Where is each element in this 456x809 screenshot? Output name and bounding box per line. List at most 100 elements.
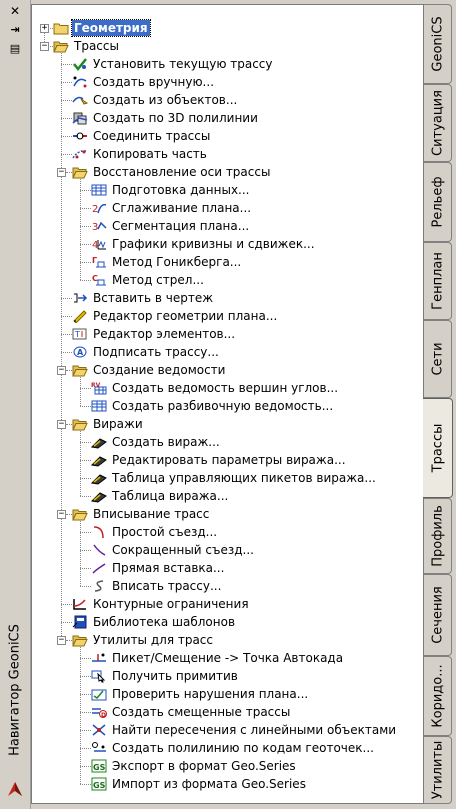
tree-guide-line [80, 748, 91, 749]
tab-1[interactable]: GeoniCS [424, 4, 452, 84]
tab-9[interactable]: Коридо... [424, 656, 452, 736]
tree-guide-line [61, 334, 72, 335]
autohide-icon[interactable]: ⇥ [7, 23, 23, 37]
tree-command-item[interactable]: Таблица виража... [91, 487, 230, 505]
tree-command-item[interactable]: Таблица управляющих пикетов виража... [91, 469, 378, 487]
tree-folder-item[interactable]: Восстановление оси трассы [72, 163, 272, 181]
tree-command-item[interactable]: GS Импорт из формата Geo.Series [91, 775, 308, 793]
tree-guide-line [61, 51, 62, 640]
tab-2[interactable]: Ситуация [424, 84, 452, 162]
tree-command-item[interactable]: Копировать часть [72, 145, 209, 163]
collapse-toggle[interactable]: − [57, 510, 66, 519]
tree-folder-item[interactable]: Вписывание трасс [72, 505, 211, 523]
tree-item-label: Создать вираж... [112, 435, 220, 449]
navigator-tree[interactable]: + Геометрия − Трассы Установить текущую трас… [31, 4, 424, 804]
tree-guide-line [80, 262, 91, 263]
tree-folder-item[interactable]: Трассы [53, 37, 121, 55]
tree-command-item[interactable]: Контурные ограничения [72, 595, 251, 613]
tree-guide-line [80, 208, 91, 209]
folder-closed-icon [53, 21, 69, 35]
tree-command-item[interactable]: Вписать трассу... [91, 577, 223, 595]
tree-command-item[interactable]: 2 Сглаживание плана... [91, 199, 253, 217]
tree-command-item[interactable]: Редактировать параметры виража... [91, 451, 348, 469]
tree-item-label: Найти пересечения с линейными объектами [112, 723, 397, 737]
tree-command-item[interactable]: T Редактор элементов... [72, 325, 237, 343]
tree-command-item[interactable]: 3 Сегментация плана... [91, 217, 251, 235]
folder-open-icon [72, 417, 88, 431]
tree-command-item[interactable]: A Подписать трассу... [72, 343, 221, 361]
tree-command-item[interactable]: Создать разбивочную ведомость... [91, 397, 335, 415]
tree-folder-item[interactable]: Виражи [72, 415, 145, 433]
tree-guide-line [80, 730, 91, 731]
tree-item-label: Контурные ограничения [93, 597, 249, 611]
tree-command-item[interactable]: Создать вручную... [72, 73, 216, 91]
tree-command-item[interactable]: Установить текущую трассу [72, 55, 275, 73]
collapse-toggle[interactable]: − [57, 168, 66, 177]
tree-command-item[interactable]: 4 Графики кривизны и сдвижек... [91, 235, 317, 253]
polyline-geopoints-icon [91, 741, 107, 755]
tree-guide-line [80, 676, 91, 677]
tree-command-item[interactable]: Пикет/Смещение -> Точка Автокада [91, 649, 345, 667]
expand-toggle[interactable]: + [40, 24, 49, 33]
tab-4[interactable]: Генплан [424, 242, 452, 320]
gonikberg-method-icon: Г [91, 255, 107, 269]
tree-command-item[interactable]: Создать по 3D полилинии [72, 109, 260, 127]
tree-guide-line [80, 375, 81, 406]
tree-command-item[interactable]: Прямая вставка... [91, 559, 226, 577]
tree-command-item[interactable]: Создать вираж... [91, 433, 222, 451]
tree-item-label: Создать по 3D полилинии [93, 111, 258, 125]
tree-guide-line [80, 460, 91, 461]
control-pickets-table-icon [91, 471, 107, 485]
tree-item-label: Утилиты для трасс [93, 633, 214, 647]
tree-item-label: Виражи [93, 417, 143, 431]
tab-5[interactable]: Сети [424, 320, 452, 398]
tree-command-item[interactable]: Создать из объектов... [72, 91, 239, 109]
tree-item-label: Геометрия [71, 19, 151, 37]
tab-7[interactable]: Профиль [424, 498, 452, 574]
tree-guide-line [80, 244, 91, 245]
tab-8[interactable]: Сечения [424, 574, 452, 656]
tab-6[interactable]: Трассы [423, 398, 453, 498]
tree-command-item[interactable]: Сокращенный съезд... [91, 541, 256, 559]
tree-command-item[interactable]: Г Метод Гоникберга... [91, 253, 243, 271]
tree-command-item[interactable]: D Создать смещенные трассы [91, 703, 292, 721]
tree-command-item[interactable]: Создать полилинию по кодам геоточек... [91, 739, 376, 757]
tree-command-item[interactable]: Библиотека шаблонов [72, 613, 237, 631]
tab-3[interactable]: Рельеф [424, 162, 452, 242]
collapse-toggle[interactable]: − [40, 42, 49, 51]
tree-command-item[interactable]: Найти пересечения с линейными объектами [91, 721, 398, 739]
collapse-toggle[interactable]: − [57, 420, 66, 429]
tree-item-label: Копировать часть [93, 147, 207, 161]
tree-guide-line [61, 316, 72, 317]
tree-command-item[interactable]: Получить примитив [91, 667, 240, 685]
tree-command-item[interactable]: Проверить нарушения плана... [91, 685, 310, 703]
tree-command-item[interactable]: GS Экспорт в формат Geo.Series [91, 757, 298, 775]
properties-menu-icon[interactable]: ▤ [7, 42, 23, 56]
create-from-objects-icon [72, 93, 88, 107]
polyline-3d-icon [72, 111, 88, 125]
collapse-toggle[interactable]: − [57, 636, 66, 645]
tree-command-item[interactable]: Соединить трассы [72, 127, 212, 145]
collapse-toggle[interactable]: − [57, 366, 66, 375]
tree-guide-line [80, 532, 91, 533]
tree-item-label: Библиотека шаблонов [93, 615, 236, 629]
close-icon[interactable]: ✕ [7, 4, 23, 18]
tree-item-label: Редактор геометрии плана... [93, 309, 278, 323]
tab-label: Утилиты [430, 740, 445, 800]
tree-command-item[interactable]: Подготовка данных... [91, 181, 252, 199]
tree-folder-item[interactable]: Создание ведомости [72, 361, 227, 379]
svg-text:A: A [77, 348, 84, 357]
tree-command-item[interactable]: Вставить в чертеж [72, 289, 215, 307]
tree-command-item[interactable]: Простой съезд... [91, 523, 219, 541]
tab-10[interactable]: Утилиты [424, 736, 452, 804]
tree-command-item[interactable]: С Метод стрел... [91, 271, 206, 289]
tree-command-item[interactable]: RV Создать ведомость вершин углов... [91, 379, 340, 397]
template-library-icon [72, 615, 88, 629]
tree-command-item[interactable]: Редактор геометрии плана... [72, 307, 279, 325]
tree-folder-item[interactable]: Утилиты для трасс [72, 631, 215, 649]
folder-open-icon [53, 39, 69, 53]
folder-open-icon [72, 507, 88, 521]
tree-folder-item[interactable]: Геометрия [53, 19, 151, 37]
tab-label: Профиль [430, 505, 445, 567]
tree-item-label: Метод стрел... [112, 273, 204, 287]
